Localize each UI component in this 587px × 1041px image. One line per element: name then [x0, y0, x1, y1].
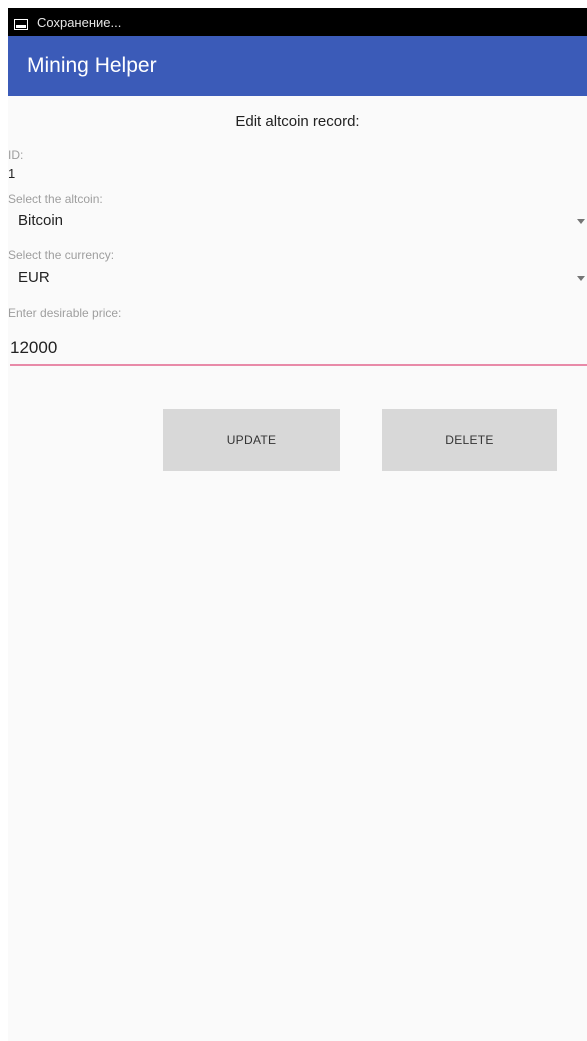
dropdown-arrow-icon — [577, 219, 585, 224]
app-title: Mining Helper — [27, 54, 157, 77]
price-input[interactable]: 12000 — [8, 330, 587, 366]
price-label: Enter desirable price: — [8, 306, 122, 320]
screenshot-icon — [14, 17, 28, 30]
price-value: 12000 — [10, 338, 58, 357]
status-bar: Сохранение... — [8, 8, 587, 36]
dropdown-arrow-icon — [577, 276, 585, 281]
altcoin-selected-value: Bitcoin — [18, 212, 64, 229]
id-value: 1 — [8, 166, 16, 181]
notification-text: Сохранение... — [37, 14, 122, 30]
currency-spinner[interactable]: EUR — [8, 266, 587, 292]
price-input-underline — [10, 364, 587, 366]
form-heading: Edit altcoin record: — [235, 113, 360, 130]
update-button[interactable]: UPDATE — [163, 409, 340, 471]
currency-label: Select the currency: — [8, 248, 115, 262]
altcoin-label: Select the altcoin: — [8, 192, 103, 206]
app-screen: Сохранение... Mining Helper Edit altcoin… — [8, 8, 587, 1041]
delete-button[interactable]: DELETE — [382, 409, 557, 471]
id-label: ID: — [8, 148, 24, 162]
altcoin-spinner[interactable]: Bitcoin — [8, 209, 587, 235]
currency-selected-value: EUR — [18, 269, 50, 286]
app-bar: Mining Helper — [8, 36, 587, 96]
